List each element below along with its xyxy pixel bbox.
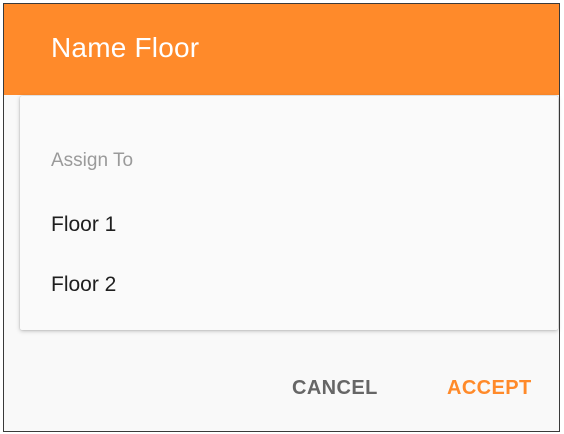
menu-item-floor-2[interactable]: Floor 2 <box>20 260 558 308</box>
dialog-header: Name Floor <box>4 4 559 95</box>
menu-item-label: Floor 1 <box>51 213 117 236</box>
menu-item-floor-1[interactable]: Floor 1 <box>20 200 558 248</box>
cancel-button[interactable]: CANCEL <box>292 368 378 408</box>
assign-to-menu: Assign To Floor 1 Floor 2 <box>20 96 558 330</box>
menu-header: Assign To <box>51 150 134 171</box>
menu-item-label: Floor 2 <box>51 273 117 296</box>
name-floor-dialog: Name Floor Assign To Floor 1 Floor 2 CAN… <box>3 3 560 432</box>
dialog-title: Name Floor <box>51 32 200 63</box>
dialog-actions: CANCEL ACCEPT <box>4 368 559 408</box>
accept-button[interactable]: ACCEPT <box>447 368 532 408</box>
